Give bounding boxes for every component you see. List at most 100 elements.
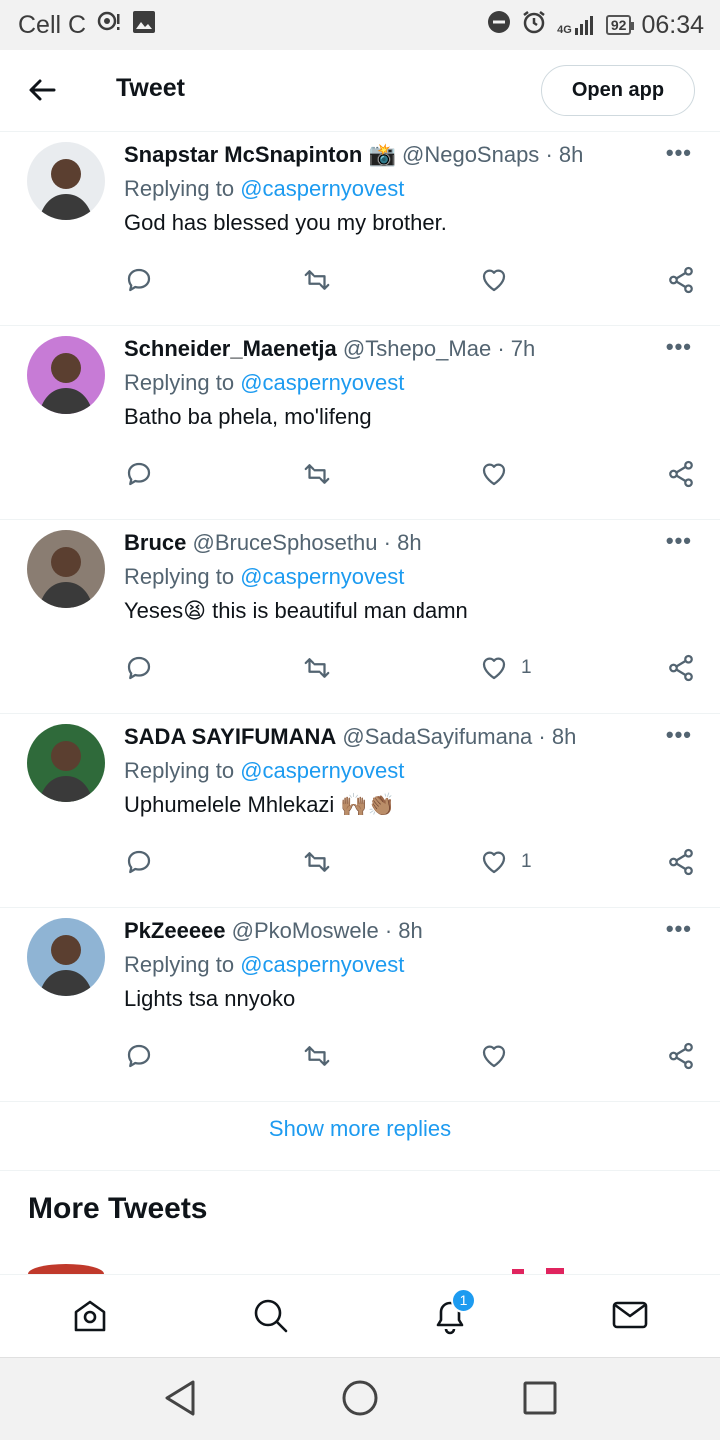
author-name[interactable]: Snapstar McSnapinton 📸	[124, 142, 396, 167]
tweet-actions	[124, 260, 696, 300]
author-handle[interactable]: @Tshepo_Mae	[343, 336, 491, 361]
mention-link[interactable]: @caspernyovest	[240, 952, 404, 977]
retweet-icon	[304, 852, 330, 872]
tweet-reply[interactable]: Snapstar McSnapinton 📸 @NegoSnaps · 8h •…	[0, 132, 720, 326]
share-button[interactable]	[666, 260, 696, 300]
author-name[interactable]: Schneider_Maenetja	[124, 336, 337, 361]
replying-to-label: Replying to	[124, 176, 235, 201]
replying-to-label: Replying to	[124, 370, 235, 395]
tweet-text: Lights tsa nnyoko	[124, 986, 296, 1011]
retweet-button[interactable]	[302, 648, 332, 688]
replying-to-label: Replying to	[124, 564, 235, 589]
separator-dot: ·	[383, 530, 398, 555]
author-name[interactable]: PkZeeeee	[124, 918, 226, 943]
tweet-timestamp[interactable]: 8h	[559, 142, 583, 167]
avatar[interactable]	[27, 918, 105, 996]
system-recents-icon[interactable]	[520, 1378, 560, 1418]
reply-icon	[127, 656, 151, 680]
more-options-icon[interactable]: •••	[666, 916, 692, 942]
system-home-icon[interactable]	[340, 1378, 380, 1418]
reply-icon	[127, 850, 151, 874]
retweet-button[interactable]	[302, 842, 332, 882]
search-icon[interactable]	[250, 1295, 290, 1335]
separator-dot: ·	[497, 336, 511, 361]
tweet-reply[interactable]: SADA SAYIFUMANA @SadaSayifumana · 8h •••…	[0, 714, 720, 908]
retweet-button[interactable]	[302, 260, 332, 300]
reply-button[interactable]	[124, 842, 154, 882]
like-button[interactable]	[479, 260, 521, 300]
reply-icon	[127, 1044, 151, 1068]
separator-dot: ·	[545, 142, 559, 167]
share-button[interactable]	[666, 454, 696, 494]
author-name[interactable]: Bruce	[124, 530, 186, 555]
open-app-button[interactable]: Open app	[541, 65, 695, 116]
separator-dot: ·	[538, 724, 552, 749]
avatar[interactable]	[27, 142, 105, 220]
heart-icon	[482, 269, 506, 292]
more-options-icon[interactable]: •••	[666, 722, 692, 748]
share-button[interactable]	[666, 842, 696, 882]
share-icon	[669, 654, 693, 682]
status-bar: Cell C 4G 92 06:34	[0, 0, 720, 50]
more-options-icon[interactable]: •••	[666, 528, 692, 554]
heart-icon	[482, 1045, 506, 1068]
replying-to: Replying to @caspernyovest	[124, 174, 696, 204]
like-button[interactable]	[479, 1036, 521, 1076]
tweet-reply[interactable]: PkZeeeee @PkoMoswele · 8h ••• Replying t…	[0, 908, 720, 1102]
reply-button[interactable]	[124, 648, 154, 688]
share-button[interactable]	[666, 1036, 696, 1076]
retweet-icon	[304, 464, 330, 484]
system-back-icon[interactable]	[160, 1378, 200, 1418]
author-handle[interactable]: @PkoMoswele	[232, 918, 379, 943]
more-options-icon[interactable]: •••	[666, 334, 692, 360]
avatar[interactable]	[27, 530, 105, 608]
tweet-timestamp[interactable]: 8h	[552, 724, 576, 749]
notification-badge: 1	[451, 1288, 476, 1313]
next-tweet-peek	[0, 1260, 720, 1274]
mention-link[interactable]: @caspernyovest	[240, 758, 404, 783]
tweet-actions: 1	[124, 648, 696, 688]
more-tweets-heading: More Tweets	[28, 1192, 208, 1225]
tweet-reply[interactable]: Bruce @BruceSphosethu · 8h ••• Replying …	[0, 520, 720, 714]
back-arrow-icon[interactable]	[26, 74, 58, 106]
avatar[interactable]	[27, 724, 105, 802]
author-handle[interactable]: @BruceSphosethu	[192, 530, 377, 555]
reply-button[interactable]	[124, 1036, 154, 1076]
like-button[interactable]	[479, 454, 521, 494]
retweet-icon	[304, 270, 330, 290]
more-options-icon[interactable]: •••	[666, 140, 692, 166]
battery-indicator: 92	[605, 15, 634, 35]
clock: 06:34	[641, 10, 704, 39]
signal-icon: 4G	[557, 14, 596, 36]
share-icon	[669, 848, 693, 876]
tweet-timestamp[interactable]: 8h	[398, 918, 422, 943]
messages-mail-icon[interactable]	[610, 1295, 650, 1335]
separator-dot: ·	[384, 918, 399, 943]
mention-link[interactable]: @caspernyovest	[240, 370, 404, 395]
gallery-icon	[132, 10, 156, 41]
reply-button[interactable]	[124, 454, 154, 494]
tweet-timestamp[interactable]: 7h	[511, 336, 535, 361]
replying-to: Replying to @caspernyovest	[124, 950, 696, 980]
tweet-text: Batho ba phela, mo'lifeng	[124, 404, 372, 429]
tweet-reply[interactable]: Schneider_Maenetja @Tshepo_Mae · 7h ••• …	[0, 326, 720, 520]
author-name[interactable]: SADA SAYIFUMANA	[124, 724, 336, 749]
mention-link[interactable]: @caspernyovest	[240, 176, 404, 201]
like-button[interactable]: 1	[479, 842, 532, 882]
share-button[interactable]	[666, 648, 696, 688]
retweet-button[interactable]	[302, 454, 332, 494]
author-handle[interactable]: @NegoSnaps	[402, 142, 539, 167]
reply-button[interactable]	[124, 260, 154, 300]
home-icon[interactable]	[70, 1295, 110, 1335]
heart-icon	[482, 657, 506, 680]
replies-list: Snapstar McSnapinton 📸 @NegoSnaps · 8h •…	[0, 132, 720, 1102]
like-button[interactable]: 1	[479, 648, 532, 688]
tweet-timestamp[interactable]: 8h	[397, 530, 421, 555]
mention-link[interactable]: @caspernyovest	[240, 564, 404, 589]
replying-to: Replying to @caspernyovest	[124, 368, 696, 398]
retweet-button[interactable]	[302, 1036, 332, 1076]
avatar[interactable]	[27, 336, 105, 414]
show-more-replies-link[interactable]: Show more replies	[0, 1091, 720, 1171]
author-handle[interactable]: @SadaSayifumana	[342, 724, 532, 749]
system-navigation-bar	[0, 1358, 720, 1440]
